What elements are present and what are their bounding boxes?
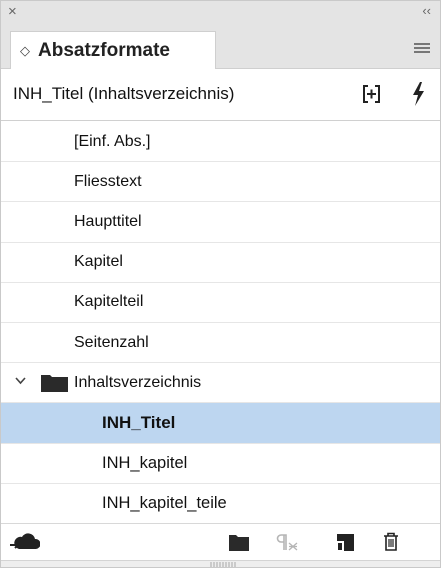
style-label: Seitenzahl bbox=[74, 333, 149, 351]
grip-icon bbox=[210, 562, 236, 567]
style-label: Kapitel bbox=[74, 253, 123, 271]
close-panel-button[interactable]: × bbox=[8, 2, 17, 22]
clear-overrides-icon[interactable] bbox=[276, 534, 298, 551]
create-style-group-icon[interactable] bbox=[363, 85, 380, 103]
style-item-kapitelteil[interactable]: Kapitelteil bbox=[1, 283, 440, 323]
style-item-basic-paragraph[interactable]: [Einf. Abs.] bbox=[1, 122, 440, 163]
style-item-fliesstext[interactable]: Fliesstext bbox=[1, 162, 440, 203]
style-label: Fliesstext bbox=[74, 172, 142, 190]
style-item-kapitel[interactable]: Kapitel bbox=[1, 243, 440, 283]
style-label: INH_kapitel bbox=[102, 453, 188, 472]
style-item-haupttitel[interactable]: Haupttitel bbox=[1, 202, 440, 243]
current-style-name: INH_Titel (Inhaltsverzeichnis) bbox=[13, 84, 235, 103]
style-group-inhaltsverzeichnis[interactable]: Inhaltsverzeichnis bbox=[1, 363, 440, 404]
style-label: Haupttitel bbox=[74, 212, 142, 230]
paragraph-styles-panel: × ‹‹ ◇ Absatzformate INH_Titel (Inhaltsv… bbox=[0, 0, 441, 568]
new-folder-icon[interactable] bbox=[229, 534, 249, 551]
style-item-inh-titel[interactable]: INH_Titel bbox=[1, 403, 440, 444]
style-item-inh-kapitel[interactable]: INH_kapitel bbox=[1, 444, 440, 484]
tab-paragraph-styles[interactable]: ◇ Absatzformate bbox=[10, 31, 216, 70]
panel-tab-row: ◇ Absatzformate bbox=[1, 23, 440, 70]
style-label: INH_Titel bbox=[102, 412, 176, 432]
delete-icon[interactable] bbox=[383, 532, 399, 551]
cloud-library-icon[interactable] bbox=[10, 532, 40, 552]
style-item-inh-kapitel-teile[interactable]: INH_kapitel_teile bbox=[1, 484, 440, 524]
style-item-seitenzahl[interactable]: Seitenzahl bbox=[1, 323, 440, 364]
styles-list: [Einf. Abs.] Fliesstext Haupttitel Kapit… bbox=[1, 122, 440, 524]
group-label: Inhaltsverzeichnis bbox=[74, 373, 202, 391]
style-label: Kapitelteil bbox=[74, 293, 144, 311]
hamburger-menu-icon[interactable] bbox=[414, 43, 430, 54]
chevron-down-icon[interactable] bbox=[14, 374, 27, 387]
panel-bottom-toolbar bbox=[1, 523, 440, 560]
style-label: [Einf. Abs.] bbox=[74, 132, 151, 150]
style-label: INH_kapitel_teile bbox=[102, 493, 227, 512]
sort-arrows-icon: ◇ bbox=[20, 43, 30, 58]
panel-title-bar: × ‹‹ bbox=[1, 1, 440, 23]
current-style-header: INH_Titel (Inhaltsverzeichnis) bbox=[1, 69, 440, 121]
folder-icon bbox=[41, 375, 68, 393]
new-style-icon[interactable] bbox=[337, 534, 354, 551]
tab-title: Absatzformate bbox=[38, 40, 170, 61]
lightning-bolt-icon[interactable] bbox=[411, 82, 425, 106]
resize-handle[interactable] bbox=[1, 560, 440, 567]
collapse-panel-button[interactable]: ‹‹ bbox=[422, 1, 431, 21]
